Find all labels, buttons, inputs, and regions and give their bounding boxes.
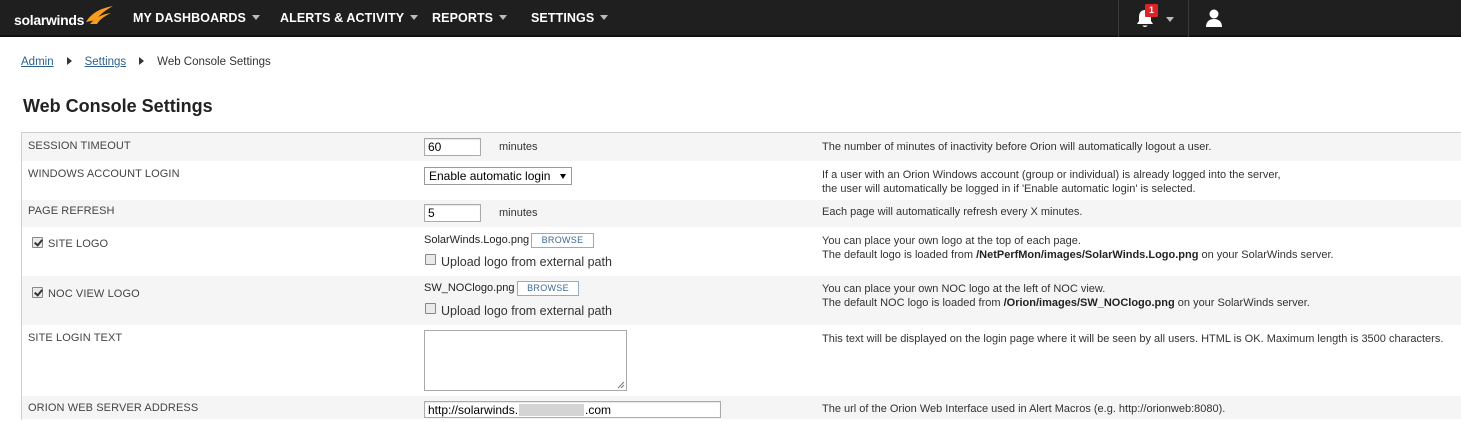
noc-logo-desc-prefix: The default NOC logo is loaded from xyxy=(822,297,1004,309)
windows-login-select[interactable]: Enable automatic login xyxy=(424,167,572,185)
site-logo-description-line1: You can place your own logo at the top o… xyxy=(822,235,1081,247)
session-timeout-input[interactable]: 60 xyxy=(424,138,481,156)
login-text-textarea[interactable] xyxy=(424,330,627,391)
chevron-down-icon xyxy=(600,15,609,21)
settings-table: SESSION TIMEOUT 60 minutes The number of… xyxy=(21,132,1461,420)
noc-logo-external-label: Upload logo from external path xyxy=(441,304,612,318)
site-logo-desc-suffix: on your SolarWinds server. xyxy=(1198,249,1334,261)
breadcrumb-admin-link[interactable]: Admin xyxy=(21,56,54,68)
login-text-description: This text will be displayed on the login… xyxy=(822,333,1444,345)
notifications-button[interactable]: 1 xyxy=(1134,4,1174,30)
setting-row-session-timeout: SESSION TIMEOUT 60 minutes The number of… xyxy=(22,133,1461,162)
page-refresh-description: Each page will automatically refresh eve… xyxy=(822,206,1083,218)
windows-login-label: WINDOWS ACCOUNT LOGIN xyxy=(28,168,180,180)
page-refresh-label: PAGE REFRESH xyxy=(28,205,115,217)
chevron-right-icon xyxy=(139,56,145,65)
nav-divider xyxy=(1118,0,1119,37)
noc-logo-filename: SW_NOClogo.png xyxy=(424,282,515,294)
nav-alerts-activity[interactable]: ALERTS & ACTIVITY xyxy=(280,0,419,37)
solarwinds-bird-icon xyxy=(86,6,113,24)
login-text-label: SITE LOGIN TEXT xyxy=(28,332,123,344)
top-navigation-bar: solarwinds MY DASHBOARDS ALERTS & ACTIVI… xyxy=(0,0,1461,37)
windows-login-description-line2: the user will automatically be logged in… xyxy=(822,183,1196,195)
nav-my-dashboards-label: MY DASHBOARDS xyxy=(133,11,246,25)
page-refresh-units: minutes xyxy=(499,207,538,219)
server-address-label: ORION WEB SERVER ADDRESS xyxy=(28,402,199,414)
notification-count-badge: 1 xyxy=(1145,4,1158,17)
breadcrumb-current: Web Console Settings xyxy=(157,56,271,68)
chevron-down-icon xyxy=(499,15,508,21)
nav-my-dashboards[interactable]: MY DASHBOARDS xyxy=(133,0,260,37)
brand-name: solarwinds xyxy=(14,12,85,28)
page-title: Web Console Settings xyxy=(23,96,213,116)
setting-row-page-refresh: PAGE REFRESH 5 minutes Each page will au… xyxy=(22,200,1461,228)
noc-logo-external-checkbox[interactable] xyxy=(425,303,436,314)
nav-alerts-activity-label: ALERTS & ACTIVITY xyxy=(280,11,405,25)
resize-handle-icon[interactable] xyxy=(617,381,625,389)
setting-row-server-address: ORION WEB SERVER ADDRESS http://solarwin… xyxy=(22,396,1461,420)
page-refresh-input[interactable]: 5 xyxy=(424,204,481,222)
noc-logo-description-line1: You can place your own NOC logo at the l… xyxy=(822,283,1106,295)
site-logo-description-line2: The default logo is loaded from /NetPerf… xyxy=(822,248,1334,262)
site-logo-browse-button[interactable]: BROWSE xyxy=(531,233,594,248)
setting-row-noc-logo: NOC VIEW LOGO SW_NOClogo.png BROWSE Uplo… xyxy=(22,276,1461,326)
site-logo-external-label: Upload logo from external path xyxy=(441,255,612,269)
nav-settings[interactable]: SETTINGS xyxy=(531,0,609,37)
site-logo-filename: SolarWinds.Logo.png xyxy=(424,234,530,246)
site-logo-external-checkbox[interactable] xyxy=(425,254,436,265)
server-address-description: The url of the Orion Web Interface used … xyxy=(822,403,1226,415)
noc-logo-label: NOC VIEW LOGO xyxy=(48,288,140,300)
redacted-block xyxy=(519,403,585,416)
server-address-suffix: .com xyxy=(585,403,612,417)
breadcrumb-settings-link[interactable]: Settings xyxy=(85,56,127,68)
nav-divider xyxy=(1188,0,1189,37)
windows-login-description-line1: If a user with an Orion Windows account … xyxy=(822,169,1281,181)
nav-settings-label: SETTINGS xyxy=(531,11,595,25)
nav-reports-label: REPORTS xyxy=(432,11,494,25)
noc-logo-description-line2: The default NOC logo is loaded from /Ori… xyxy=(822,296,1310,310)
nav-reports[interactable]: REPORTS xyxy=(432,0,508,37)
site-logo-desc-prefix: The default logo is loaded from xyxy=(822,249,977,261)
server-address-input[interactable]: http://solarwinds. .com xyxy=(424,401,721,418)
session-timeout-label: SESSION TIMEOUT xyxy=(28,140,131,152)
site-logo-default-path: /NetPerfMon/images/SolarWinds.Logo.png xyxy=(976,249,1199,261)
noc-logo-browse-button[interactable]: BROWSE xyxy=(517,281,579,296)
dropdown-arrow-icon xyxy=(560,174,566,179)
chevron-down-icon xyxy=(251,15,260,21)
server-address-prefix: http://solarwinds. xyxy=(428,403,519,417)
chevron-down-icon xyxy=(410,15,419,21)
chevron-right-icon xyxy=(66,56,72,65)
breadcrumb: Admin Settings Web Console Settings xyxy=(21,56,271,68)
noc-logo-checkbox[interactable] xyxy=(32,287,43,298)
setting-row-site-logo: SITE LOGO SolarWinds.Logo.png BROWSE Upl… xyxy=(22,228,1461,276)
setting-row-windows-login: WINDOWS ACCOUNT LOGIN Enable automatic l… xyxy=(22,162,1461,200)
solarwinds-logo[interactable]: solarwinds xyxy=(14,6,114,30)
session-timeout-description: The number of minutes of inactivity befo… xyxy=(822,141,1212,153)
windows-login-selected-value: Enable automatic login xyxy=(429,169,551,183)
noc-logo-desc-suffix: on your SolarWinds server. xyxy=(1174,297,1310,309)
chevron-down-icon xyxy=(1166,17,1174,22)
session-timeout-units: minutes xyxy=(499,141,538,153)
site-logo-checkbox[interactable] xyxy=(32,237,43,248)
noc-logo-default-path: /Orion/images/SW_NOClogo.png xyxy=(1003,297,1175,309)
user-icon[interactable] xyxy=(1205,8,1223,28)
site-logo-label: SITE LOGO xyxy=(48,238,109,250)
setting-row-login-text: SITE LOGIN TEXT This text will be displa… xyxy=(22,326,1461,396)
